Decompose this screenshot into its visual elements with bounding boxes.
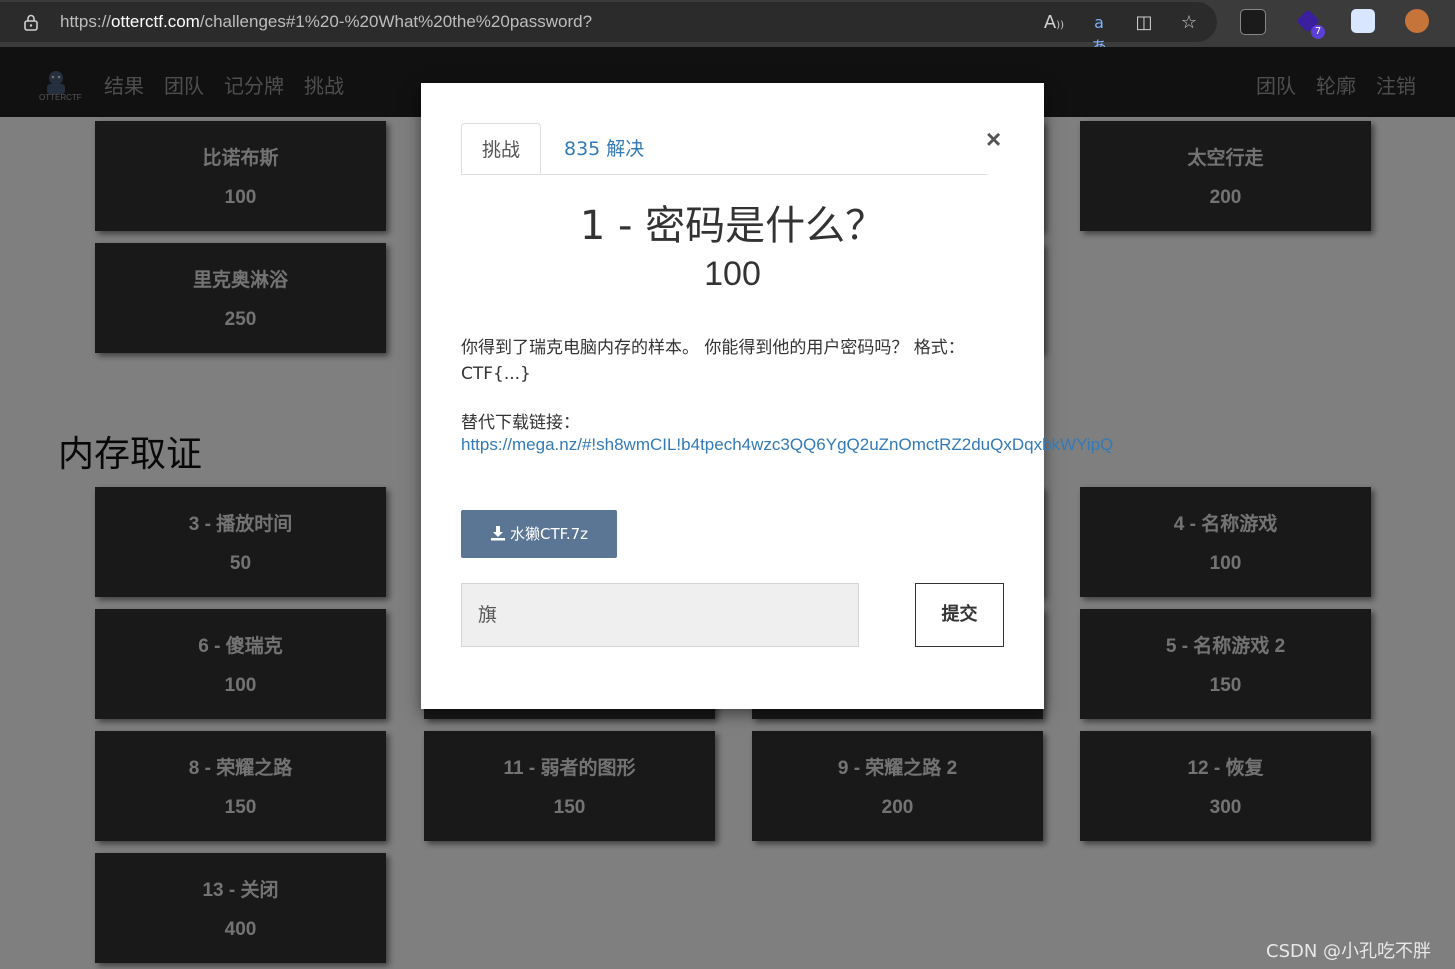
submit-button[interactable]: 提交 bbox=[915, 583, 1004, 647]
alt-download-label: 替代下载链接： bbox=[461, 413, 580, 433]
alt-download-link[interactable]: https://mega.nz/#!sh8wmCIL!b4tpech4wzc3Q… bbox=[461, 435, 1113, 455]
tab-challenge[interactable]: 挑战 bbox=[461, 123, 542, 174]
tab-solves[interactable]: 835 解决 bbox=[544, 123, 664, 174]
download-icon bbox=[490, 526, 505, 541]
lock-icon[interactable] bbox=[22, 13, 40, 31]
challenge-description: 你得到了瑞克电脑内存的样本。 你能得到他的用户密码吗？ 格式：CTF{...} bbox=[461, 338, 965, 384]
url-host: otterctf.com bbox=[111, 12, 200, 31]
extension-cookie-icon[interactable] bbox=[1405, 9, 1429, 33]
download-file-button[interactable]: 水獭CTF.7z bbox=[461, 510, 617, 558]
url-path: /challenges#1%20-%20What%20the%20passwor… bbox=[199, 12, 593, 31]
read-aloud-icon[interactable]: A)) bbox=[1042, 11, 1066, 35]
challenge-modal: 挑战 835 解决 × 1 - 密码是什么？ 100 你得到了瑞克电脑内存的样本… bbox=[421, 83, 1113, 709]
split-screen-icon[interactable]: ◫ bbox=[1132, 11, 1156, 35]
translate-icon[interactable]: aあ bbox=[1087, 11, 1111, 56]
flag-input[interactable]: 旗 bbox=[461, 583, 859, 647]
download-file-label: 水獭CTF.7z bbox=[509, 525, 589, 543]
watermark: CSDN @小孔吃不胖 bbox=[1266, 941, 1432, 962]
challenge-value: 100 bbox=[704, 255, 761, 293]
extension-badge: 7 bbox=[1311, 25, 1325, 39]
add-favorite-icon[interactable]: ☆ bbox=[1177, 11, 1201, 35]
extension-bird-icon[interactable] bbox=[1351, 9, 1375, 33]
challenge-title: 1 - 密码是什么？ bbox=[579, 203, 886, 249]
url-text[interactable]: https://otterctf.com/challenges#1%20-%20… bbox=[60, 12, 592, 32]
modal-tabs: 挑战 835 解决 bbox=[461, 123, 987, 175]
close-icon[interactable]: × bbox=[986, 124, 1001, 154]
extension-goggles-icon[interactable] bbox=[1240, 9, 1266, 35]
url-scheme: https:// bbox=[60, 12, 112, 31]
browser-toolbar: https://otterctf.com/challenges#1%20-%20… bbox=[0, 0, 1455, 56]
address-bar[interactable]: https://otterctf.com/challenges#1%20-%20… bbox=[0, 2, 1217, 56]
